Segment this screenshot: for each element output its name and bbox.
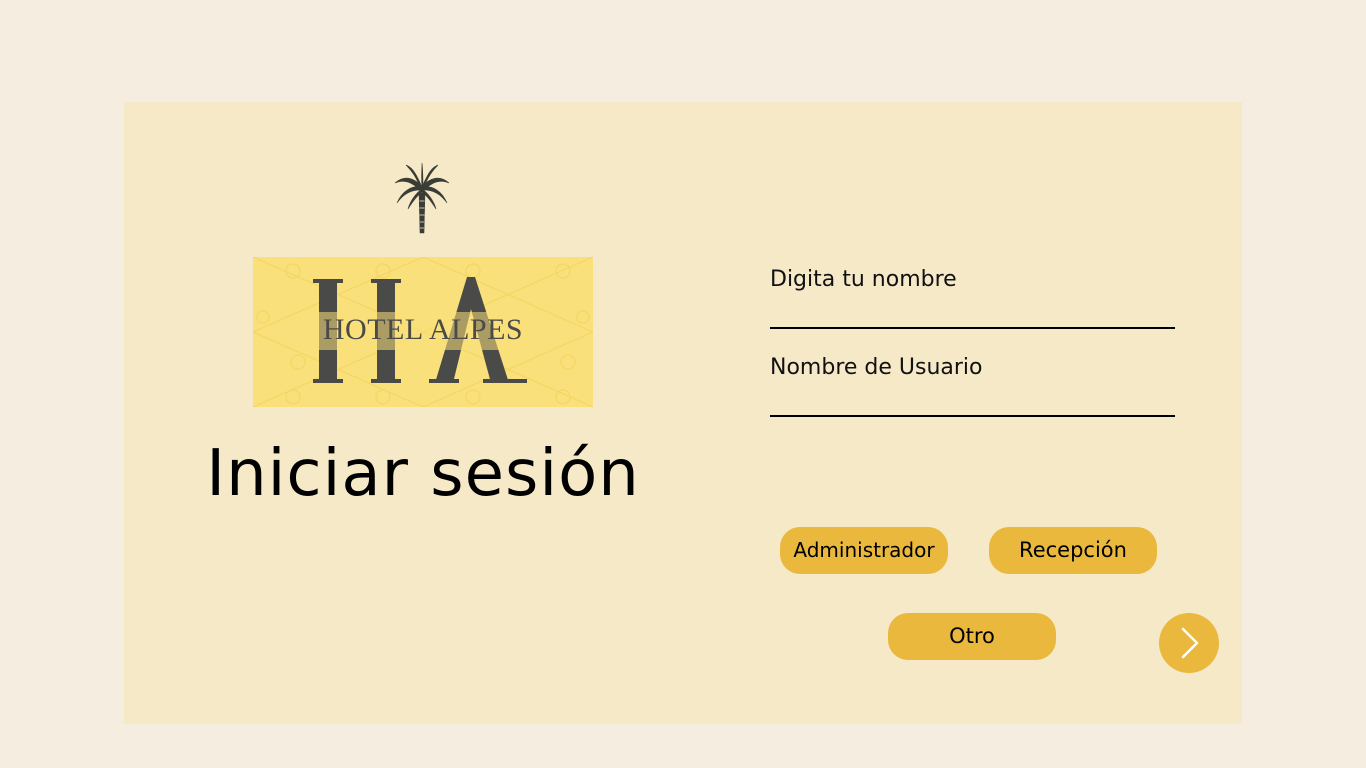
administrador-button[interactable]: Administrador xyxy=(780,527,948,574)
hotel-logo: HOTEL ALPES xyxy=(253,257,593,407)
recepcion-button[interactable]: Recepción xyxy=(989,527,1157,574)
hotel-name: HOTEL ALPES xyxy=(322,313,524,346)
nombre-label: Digita tu nombre xyxy=(770,267,957,292)
otro-button[interactable]: Otro xyxy=(888,613,1056,660)
nombre-input[interactable] xyxy=(770,305,1175,329)
usuario-label: Nombre de Usuario xyxy=(770,355,983,380)
chevron-right-icon xyxy=(1159,613,1219,673)
usuario-field: Nombre de Usuario xyxy=(770,353,1175,417)
next-button[interactable] xyxy=(1159,613,1219,673)
usuario-input[interactable] xyxy=(770,393,1175,417)
page-title: Iniciar sesión xyxy=(206,437,640,511)
palm-tree-icon xyxy=(392,162,452,237)
nombre-field: Digita tu nombre xyxy=(770,265,1175,329)
